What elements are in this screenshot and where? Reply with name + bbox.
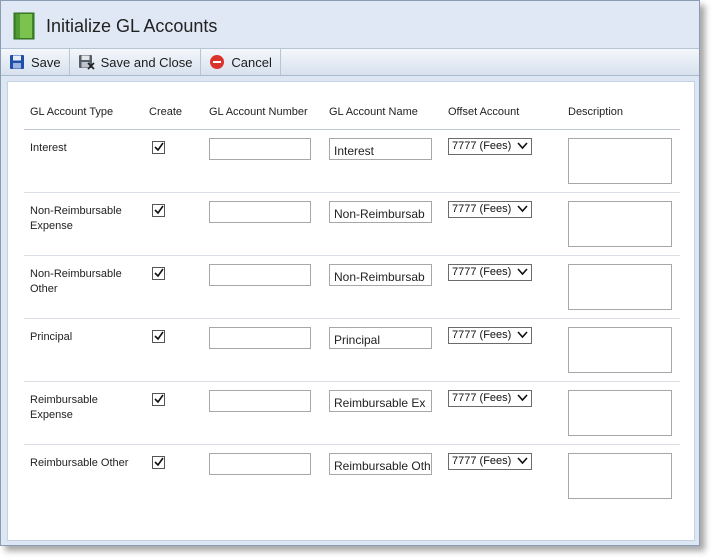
description-textarea[interactable] bbox=[568, 201, 672, 247]
offset-account-select[interactable]: 7777 (Fees) bbox=[448, 453, 532, 470]
create-checkbox[interactable] bbox=[152, 267, 165, 280]
gl-account-type-line2: Other bbox=[30, 283, 58, 295]
gl-account-name-input[interactable]: Interest bbox=[329, 138, 432, 160]
header-gl-account-number: GL Account Number bbox=[209, 106, 308, 118]
gl-account-type-line2: Expense bbox=[30, 409, 73, 421]
create-checkbox[interactable] bbox=[152, 393, 165, 406]
floppy-disk-close-icon bbox=[78, 55, 95, 70]
chevron-down-icon bbox=[517, 205, 528, 213]
gl-account-number-input[interactable] bbox=[209, 264, 311, 286]
description-textarea[interactable] bbox=[568, 453, 672, 499]
create-checkbox[interactable] bbox=[152, 204, 165, 217]
gl-account-type-line2: Expense bbox=[30, 220, 73, 232]
table-row: Non-Reimbursable Expense Non-Reimbursab … bbox=[24, 193, 680, 256]
offset-account-select[interactable]: 7777 (Fees) bbox=[448, 138, 532, 155]
header-gl-account-type: GL Account Type bbox=[30, 106, 114, 118]
description-textarea[interactable] bbox=[568, 264, 672, 310]
gl-account-type-cell: Non-Reimbursable Other bbox=[30, 267, 130, 297]
check-icon bbox=[154, 142, 164, 152]
offset-account-value: 7777 (Fees) bbox=[452, 392, 512, 404]
offset-account-value: 7777 (Fees) bbox=[452, 455, 512, 467]
gl-account-type-cell: Reimbursable Other bbox=[30, 456, 130, 471]
check-icon bbox=[154, 457, 164, 467]
offset-account-select[interactable]: 7777 (Fees) bbox=[448, 264, 532, 281]
table-header: GL Account Type Create GL Account Number… bbox=[24, 100, 680, 130]
create-checkbox[interactable] bbox=[152, 141, 165, 154]
offset-account-select[interactable]: 7777 (Fees) bbox=[448, 390, 532, 407]
table-row: Interest Interest 7777 (Fees) bbox=[24, 130, 680, 193]
chevron-down-icon bbox=[517, 142, 528, 150]
cancel-button[interactable]: Cancel bbox=[201, 49, 281, 75]
gl-account-number-input[interactable] bbox=[209, 138, 311, 160]
gl-account-number-input[interactable] bbox=[209, 453, 311, 475]
check-icon bbox=[154, 268, 164, 278]
offset-account-value: 7777 (Fees) bbox=[452, 140, 512, 152]
offset-account-value: 7777 (Fees) bbox=[452, 266, 512, 278]
gl-account-type-line1: Non-Reimbursable bbox=[30, 205, 122, 217]
header-description: Description bbox=[568, 106, 624, 118]
gl-account-name-input[interactable]: Non-Reimbursab bbox=[329, 201, 432, 223]
gl-account-type-line1: Reimbursable Other bbox=[30, 457, 129, 469]
floppy-disk-icon bbox=[10, 55, 24, 69]
offset-account-select[interactable]: 7777 (Fees) bbox=[448, 201, 532, 218]
offset-account-select[interactable]: 7777 (Fees) bbox=[448, 327, 532, 344]
description-textarea[interactable] bbox=[568, 327, 672, 373]
header-offset-account: Offset Account bbox=[448, 106, 520, 118]
gl-account-type-cell: Interest bbox=[30, 141, 130, 156]
gl-account-type-cell: Principal bbox=[30, 330, 130, 345]
gl-account-type-line1: Reimbursable bbox=[30, 394, 98, 406]
save-label: Save bbox=[31, 54, 61, 70]
header-create: Create bbox=[149, 106, 183, 118]
gl-account-name-input[interactable]: Principal bbox=[329, 327, 432, 349]
offset-account-value: 7777 (Fees) bbox=[452, 329, 512, 341]
check-icon bbox=[154, 394, 164, 404]
book-icon bbox=[11, 11, 37, 41]
create-checkbox[interactable] bbox=[152, 456, 165, 469]
chevron-down-icon bbox=[517, 268, 528, 276]
table-row: Non-Reimbursable Other Non-Reimbursab 77… bbox=[24, 256, 680, 319]
offset-account-value: 7777 (Fees) bbox=[452, 203, 512, 215]
header-gl-account-name: GL Account Name bbox=[329, 106, 418, 118]
table-row: Reimbursable Other Reimbursable Oth 7777… bbox=[24, 445, 680, 507]
gl-account-type-cell: Non-Reimbursable Expense bbox=[30, 204, 130, 234]
check-icon bbox=[154, 331, 164, 341]
gl-account-name-input[interactable]: Non-Reimbursab bbox=[329, 264, 432, 286]
content-panel: GL Account Type Create GL Account Number… bbox=[7, 81, 695, 541]
gl-account-type-line1: Non-Reimbursable bbox=[30, 268, 122, 280]
table-row: Principal Principal 7777 (Fees) bbox=[24, 319, 680, 382]
cancel-label: Cancel bbox=[231, 54, 272, 70]
gl-account-type-line1: Interest bbox=[30, 142, 67, 154]
create-checkbox[interactable] bbox=[152, 330, 165, 343]
save-and-close-label: Save and Close bbox=[100, 54, 193, 70]
save-and-close-button[interactable]: Save and Close bbox=[70, 49, 202, 75]
gl-account-type-cell: Reimbursable Expense bbox=[30, 393, 130, 423]
check-icon bbox=[154, 205, 164, 215]
chevron-down-icon bbox=[517, 457, 528, 465]
chevron-down-icon bbox=[517, 331, 528, 339]
cancel-circle-icon bbox=[210, 55, 225, 69]
save-button[interactable]: Save bbox=[1, 49, 70, 75]
gl-account-type-line1: Principal bbox=[30, 331, 73, 343]
gl-account-number-input[interactable] bbox=[209, 327, 311, 349]
gl-account-name-input[interactable]: Reimbursable Oth bbox=[329, 453, 432, 475]
gl-account-number-input[interactable] bbox=[209, 390, 311, 412]
initialize-gl-accounts-dialog: Initialize GL Accounts Save Save and Clo… bbox=[0, 0, 700, 546]
gl-account-number-input[interactable] bbox=[209, 201, 311, 223]
table-row: Reimbursable Expense Reimbursable Ex 777… bbox=[24, 382, 680, 445]
title-bar: Initialize GL Accounts bbox=[1, 1, 699, 48]
description-textarea[interactable] bbox=[568, 390, 672, 436]
page-title: Initialize GL Accounts bbox=[46, 16, 218, 36]
toolbar: Save Save and Close Cancel bbox=[1, 48, 699, 76]
gl-account-name-input[interactable]: Reimbursable Ex bbox=[329, 390, 432, 412]
chevron-down-icon bbox=[517, 394, 528, 402]
description-textarea[interactable] bbox=[568, 138, 672, 184]
